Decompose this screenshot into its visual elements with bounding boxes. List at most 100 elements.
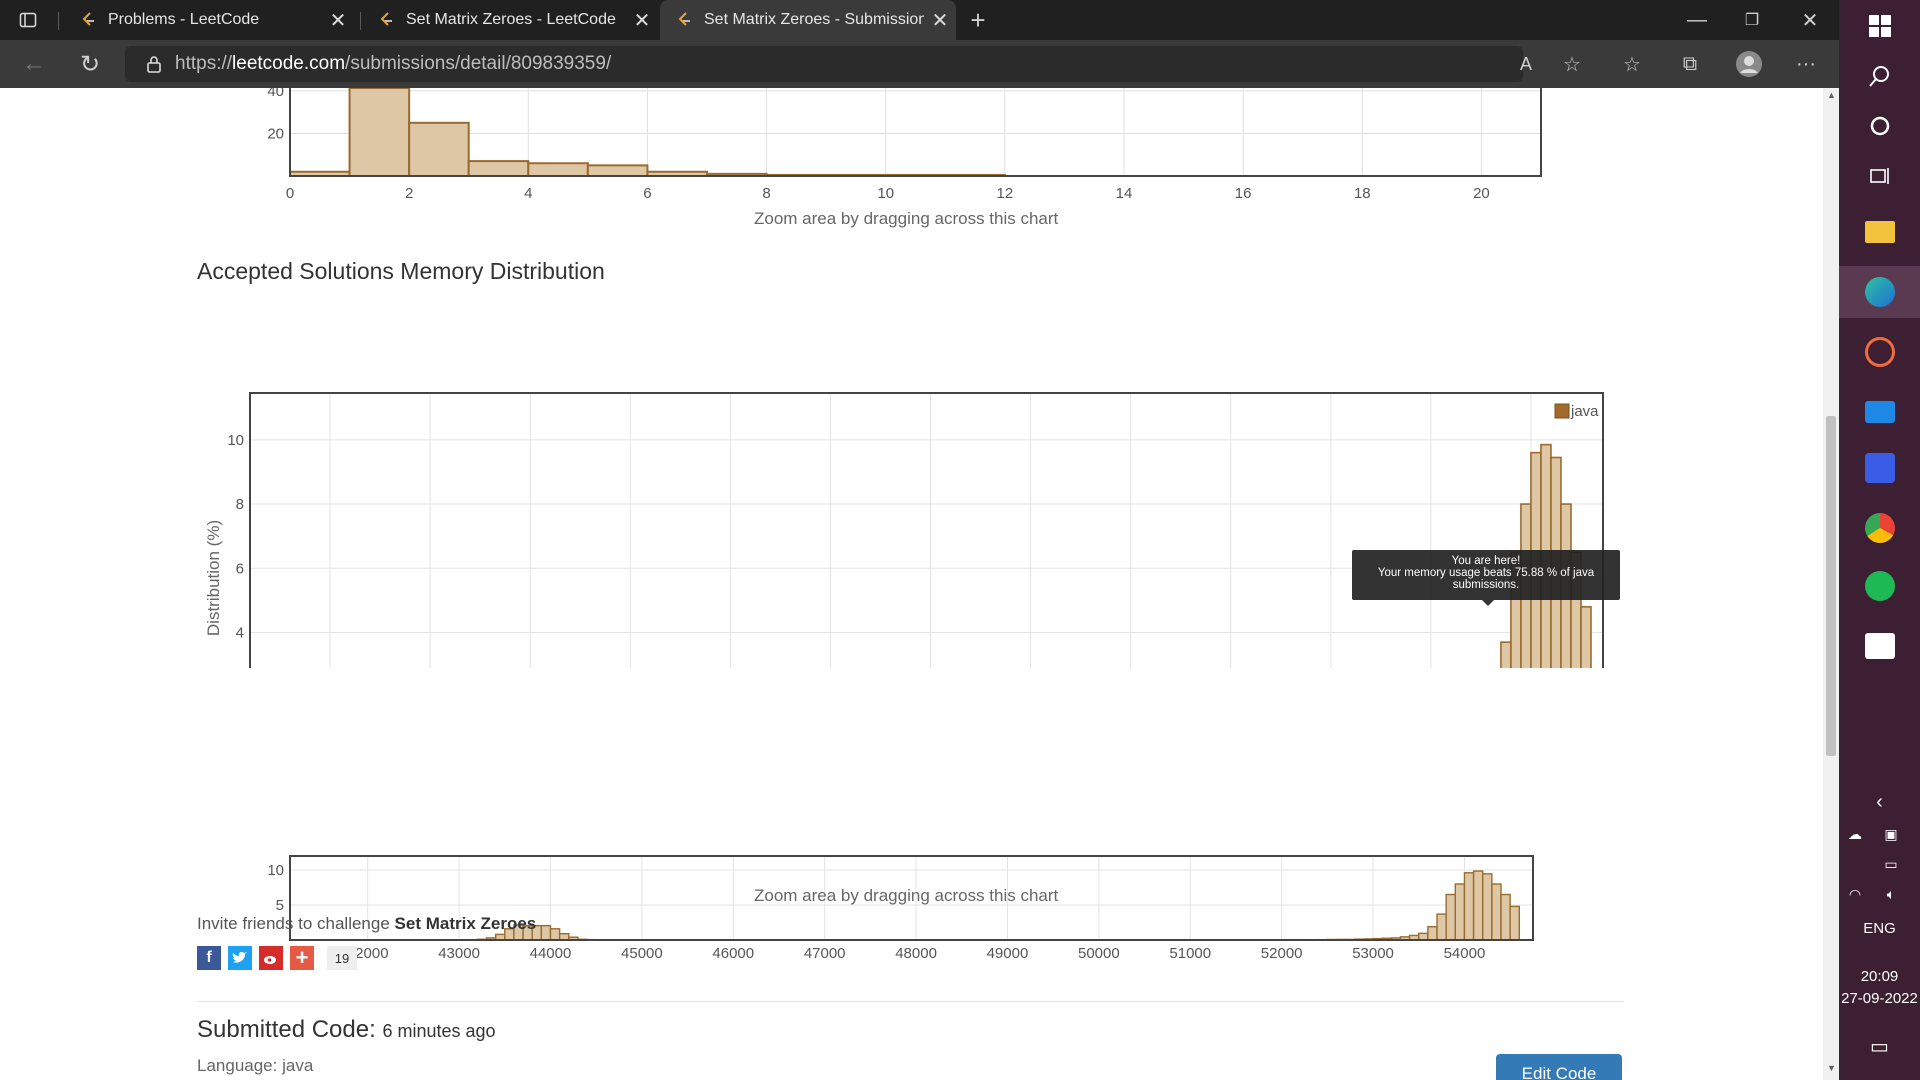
y-tick-label: 5 [276,897,284,914]
spotify-icon[interactable] [1839,560,1920,612]
x-tick-label: 2 [405,185,413,202]
screen: Problems - LeetCode ✕ Set Matrix Zeroes … [0,0,1920,1080]
x-tick-label: 16 [1235,185,1252,202]
file-explorer-icon[interactable] [1839,206,1920,258]
histogram-bar [1500,893,1511,941]
close-window-icon[interactable]: ✕ [1788,6,1832,34]
tab-problems[interactable]: Problems - LeetCode ✕ [64,0,354,40]
cortana-icon[interactable] [1839,100,1920,152]
scroll-down-arrow[interactable]: ▼ [1827,1063,1836,1073]
edit-code-button[interactable]: Edit Code [1496,1054,1622,1080]
submitted-time-ago: 6 minutes ago [382,1021,496,1041]
y-tick-label: 10 [227,432,244,449]
x-tick-label: 8 [762,185,770,202]
chrome-icon[interactable] [1839,502,1920,554]
url-path: /submissions/detail/809839359/ [345,53,612,74]
tab-title: Set Matrix Zeroes - Submission D [704,11,924,28]
histogram-bar [1580,606,1592,668]
volume-icon[interactable]: 🔈︎ [1861,868,1920,920]
histogram-bar [527,162,589,177]
histogram-bar [1491,883,1502,941]
scrollbar-thumb[interactable] [1826,416,1836,756]
memory-distribution-chart[interactable]: 4200043000440004500046000470004800049000… [0,288,1823,668]
y-tick-label: 40 [267,88,284,100]
x-tick-label: 44000 [530,945,572,958]
x-tick-label: 50000 [1078,945,1120,958]
scroll-up-arrow[interactable]: ▲ [1827,90,1836,100]
refresh-icon[interactable]: ↻ [74,50,106,78]
mail-icon[interactable] [1839,386,1920,438]
invite-prefix: Invite friends to challenge [197,914,390,933]
collections-icon[interactable]: ⧉ [1676,50,1704,78]
x-tick-label: 47000 [804,945,846,958]
y-axis-title: Distribution (%) [204,520,223,636]
app-icon[interactable] [1839,442,1920,494]
edge-browser-icon[interactable] [1839,266,1920,318]
histogram-bar [1482,873,1493,941]
read-aloud-icon[interactable]: A [1512,50,1540,78]
submitted-code-heading: Submitted Code: 6 minutes ago [197,1016,496,1044]
submitted-code-title: Submitted Code: [197,1016,376,1043]
weibo-share-icon[interactable] [259,946,283,970]
plot-border [249,392,1604,668]
close-tab-icon[interactable]: ✕ [322,8,354,33]
tooltip-title: You are here! [1451,555,1521,567]
more-share-icon[interactable]: + [290,945,314,970]
legend-swatch [1554,403,1570,419]
clock-time[interactable]: 20:09 [1839,968,1920,985]
facebook-share-icon[interactable]: f [197,946,221,970]
task-view-icon[interactable] [1839,150,1920,202]
search-icon[interactable] [1839,50,1920,102]
tab-actions-icon[interactable] [18,10,38,30]
x-tick-label: 46000 [712,945,754,958]
y-tick-label: 10 [267,862,284,879]
y-tick-label: 8 [236,496,244,513]
profile-avatar[interactable] [1734,49,1764,79]
tab-set-matrix-zeroes[interactable]: Set Matrix Zeroes - LeetCode ✕ [362,0,658,40]
language-indicator[interactable]: ENG [1839,920,1920,937]
x-tick-label: 14 [1116,185,1133,202]
language-label: Language: java [197,1056,314,1075]
x-tick-label: 0 [286,185,294,202]
page-content: 0 2 4 6 8 10 12 14 16 18 20 20 40 Zoom area by dragg… [0,88,1823,1080]
notifications-icon[interactable]: ▭ [1839,1020,1920,1072]
share-count: 19 [327,946,357,970]
add-favorite-icon[interactable]: ☆ [1558,50,1586,78]
tooltip-text: Your memory usage beats 75.88 % of java … [1377,567,1595,591]
y-tick-label: 4 [236,625,244,642]
x-tick-label: 43000 [438,945,480,958]
y-tick-label: 20 [267,125,284,142]
music-app-icon[interactable] [1839,326,1920,378]
close-tab-icon[interactable]: ✕ [626,8,658,33]
your-position-tooltip: You are here! Your memory usage beats 75… [1352,550,1620,606]
legend-label: java [1570,403,1599,420]
favorites-icon[interactable]: ☆ [1618,50,1646,78]
new-tab-icon[interactable]: + [963,5,993,35]
x-tick-label: 52000 [1261,945,1303,958]
windows-start-icon[interactable] [1839,0,1920,52]
twitter-share-icon[interactable] [228,946,252,970]
settings-more-icon[interactable]: ··· [1792,50,1820,78]
histogram-bar [1445,893,1457,941]
restore-icon[interactable]: ❐ [1730,6,1774,34]
x-tick-label: 54000 [1444,945,1486,958]
lock-icon [147,55,161,73]
browser-toolbar: ← ↻ https://leetcode.com/submissions/det… [0,40,1839,88]
back-icon[interactable]: ← [18,50,50,78]
leetcode-icon [80,12,96,28]
tab-submission-detail[interactable]: Set Matrix Zeroes - Submission D ✕ [660,0,956,40]
close-tab-icon[interactable]: ✕ [924,8,956,33]
address-bar[interactable]: https://leetcode.com/submissions/detail/… [125,46,1523,82]
histogram-bar [1472,870,1484,941]
leetcode-icon [378,12,394,28]
store-icon[interactable] [1839,620,1920,672]
x-tick-label: 48000 [895,945,937,958]
runtime-zoom-caption: Zoom area by dragging across this chart [754,209,1059,228]
clock-date[interactable]: 27-09-2022 [1839,990,1920,1007]
x-tick-label: 18 [1354,185,1371,202]
minimize-icon[interactable]: — [1675,6,1719,34]
url-host: leetcode.com [232,53,346,74]
page-scrollbar[interactable]: ▲ ▼ [1823,88,1839,1080]
x-tick-label: 51000 [1169,945,1211,958]
url-scheme: https:// [175,53,233,74]
